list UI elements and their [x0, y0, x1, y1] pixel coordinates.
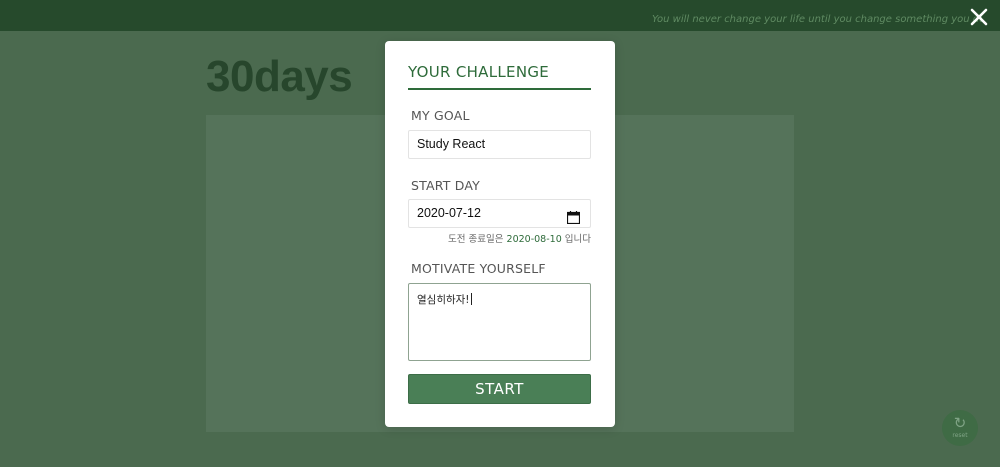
- end-date: 2020-08-10: [506, 234, 562, 245]
- brand-title: 30days: [206, 52, 353, 101]
- motivate-label: MOTIVATE YOURSELF: [411, 261, 546, 276]
- motivate-textarea[interactable]: 열심히하자!: [408, 283, 591, 361]
- goal-input[interactable]: Study React: [408, 130, 591, 159]
- top-bar: You will never change your life until yo…: [0, 0, 1000, 31]
- motivate-text: 열심히하자!: [417, 294, 470, 306]
- text-caret: [470, 293, 472, 305]
- challenge-modal: YOUR CHALLENGE MY GOAL Study React START…: [385, 41, 615, 427]
- reset-label: reset: [952, 432, 968, 439]
- end-date-note: 도전 종료일은 2020-08-10 입니다: [448, 231, 591, 245]
- start-button[interactable]: START: [408, 374, 591, 404]
- refresh-icon: ↻: [953, 414, 967, 432]
- calendar-icon[interactable]: [566, 207, 581, 225]
- end-note-prefix: 도전 종료일은: [448, 234, 507, 245]
- start-day-value: 2020-07-12: [417, 206, 481, 220]
- title-divider: [408, 88, 591, 90]
- end-note-suffix: 입니다: [561, 234, 591, 245]
- start-day-label: START DAY: [411, 178, 480, 193]
- modal-title: YOUR CHALLENGE: [408, 63, 550, 81]
- start-day-input[interactable]: 2020-07-12: [408, 199, 591, 228]
- goal-label: MY GOAL: [411, 108, 470, 123]
- reset-button[interactable]: ↻ reset: [942, 410, 978, 446]
- close-icon[interactable]: [968, 6, 990, 28]
- header-quote: You will never change your life until yo…: [652, 14, 982, 25]
